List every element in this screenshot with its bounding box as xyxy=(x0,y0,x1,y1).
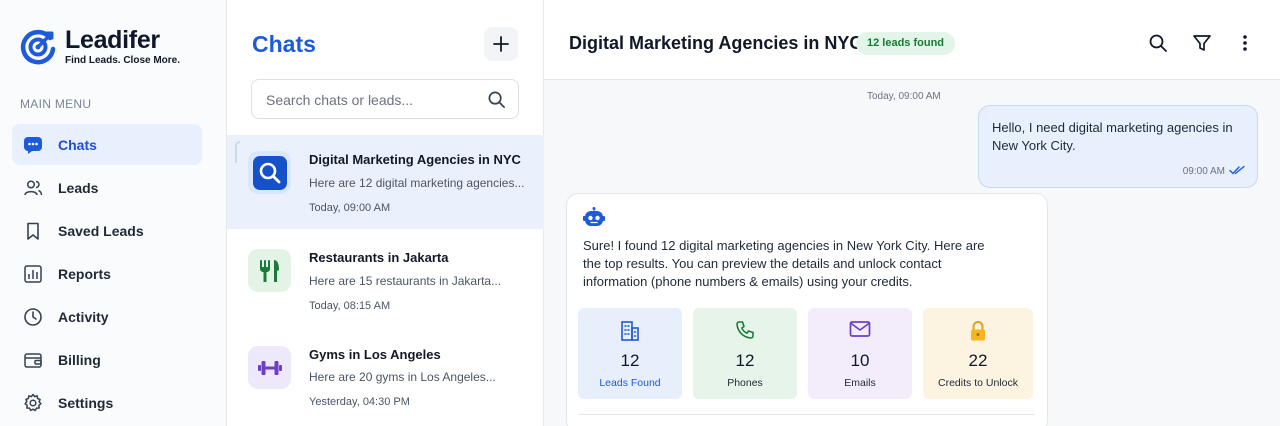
bot-message-text: Sure! I found 12 digital marketing agenc… xyxy=(583,238,985,289)
dumbbell-icon xyxy=(248,346,291,389)
sidebar-item-saved-leads[interactable]: Saved Leads xyxy=(12,210,202,251)
sidebar-item-leads[interactable]: Leads xyxy=(12,167,202,208)
sidebar-item-label: Billing xyxy=(58,351,101,368)
search-icon[interactable] xyxy=(1146,31,1170,55)
chat-list-item[interactable]: Restaurants in Jakarta Here are 15 resta… xyxy=(227,233,544,327)
sidebar-item-label: Activity xyxy=(58,308,109,325)
sidebar-item-label: Settings xyxy=(58,394,114,411)
sidebar-item-chats[interactable]: Chats xyxy=(12,124,202,165)
stat-card-leads-found: 12 Leads Found xyxy=(578,308,682,399)
conversation-panel: Digital Marketing Agencies in NYC 12 lea… xyxy=(544,0,1280,426)
sidebar-item-billing[interactable]: Billing xyxy=(12,339,202,380)
brand-name: Leadifer xyxy=(65,26,160,54)
chat-item-preview: Here are 12 digital marketing agencies..… xyxy=(309,176,525,190)
stat-label: Phones xyxy=(727,377,763,389)
double-check-icon xyxy=(1229,165,1245,175)
sidebar-item-label: Saved Leads xyxy=(58,222,144,239)
chat-list-panel: Chats Digital Marketing Agencies in NYC … xyxy=(227,0,544,426)
sidebar-item-reports[interactable]: Reports xyxy=(12,253,202,294)
chat-item-preview: Here are 15 restaurants in Jakarta... xyxy=(309,274,502,288)
chat-list-item[interactable]: Digital Marketing Agencies in NYC Here a… xyxy=(227,135,544,229)
chat-item-title: Restaurants in Jakarta xyxy=(309,250,449,265)
sidebar: Leadifer Find Leads. Close More. MAIN ME… xyxy=(0,0,227,426)
sidebar-item-activity[interactable]: Activity xyxy=(12,296,202,337)
gear-icon xyxy=(23,393,43,413)
leadifer-logo-icon xyxy=(20,29,56,65)
chat-item-time: Yesterday, 04:30 PM xyxy=(309,396,410,408)
building-icon xyxy=(621,321,639,341)
chat-search-box[interactable] xyxy=(251,79,519,119)
sidebar-item-label: Reports xyxy=(58,265,111,282)
chat-bubble-icon xyxy=(23,135,43,155)
stat-value: 12 xyxy=(735,351,755,370)
phone-icon xyxy=(736,321,754,339)
stat-label: Leads Found xyxy=(599,377,661,389)
chat-item-time: Today, 09:00 AM xyxy=(309,202,391,214)
bar-chart-icon xyxy=(23,264,43,284)
brand-tagline: Find Leads. Close More. xyxy=(65,55,181,66)
day-separator: Today, 09:00 AM xyxy=(867,91,941,102)
stat-value: 10 xyxy=(850,351,870,370)
wallet-icon xyxy=(23,350,43,370)
sidebar-item-label: Leads xyxy=(58,179,99,196)
clock-icon xyxy=(23,307,43,327)
more-vertical-icon[interactable] xyxy=(1233,31,1257,55)
chat-list-title: Chats xyxy=(252,31,316,57)
user-message-bubble: Hello, I need digital marketing agencies… xyxy=(978,105,1258,188)
stat-label: Emails xyxy=(844,377,876,389)
chat-item-title: Gyms in Los Angeles xyxy=(309,347,441,362)
search-icon[interactable] xyxy=(487,90,506,109)
sidebar-item-settings[interactable]: Settings xyxy=(12,382,202,423)
bookmark-icon xyxy=(23,221,43,241)
filter-icon[interactable] xyxy=(1190,31,1214,55)
sidebar-item-label: Chats xyxy=(58,136,97,153)
stat-value: 12 xyxy=(620,351,640,370)
chat-list-item[interactable]: Gyms in Los Angeles Here are 20 gyms in … xyxy=(227,329,544,423)
main-menu-title: MAIN MENU xyxy=(20,97,92,111)
message-divider xyxy=(579,414,1035,415)
stat-label: Credits to Unlock xyxy=(938,377,1018,389)
stat-card-credits-to-unlock: 22 Credits to Unlock xyxy=(923,308,1033,399)
brand[interactable]: Leadifer Find Leads. Close More. xyxy=(20,26,180,66)
robot-icon xyxy=(583,207,605,226)
conversation-header: Digital Marketing Agencies in NYC 12 lea… xyxy=(544,0,1280,80)
stat-value: 22 xyxy=(968,351,988,370)
stat-card-phones: 12 Phones xyxy=(693,308,797,399)
stat-card-emails: 10 Emails xyxy=(808,308,912,399)
chat-item-preview: Here are 20 gyms in Los Angeles... xyxy=(309,370,496,384)
main-menu: Chats Leads Saved Leads Reports Activity xyxy=(12,124,202,425)
bot-message-bubble: Sure! I found 12 digital marketing agenc… xyxy=(566,193,1048,426)
chat-item-time: Today, 08:15 AM xyxy=(309,300,391,312)
leads-found-badge: 12 leads found xyxy=(856,32,956,55)
chat-search-input[interactable] xyxy=(266,89,476,111)
plus-icon xyxy=(493,36,509,52)
mail-icon xyxy=(849,321,871,337)
lock-icon xyxy=(971,321,985,341)
search-icon xyxy=(248,151,291,194)
user-message-text: Hello, I need digital marketing agencies… xyxy=(992,120,1233,153)
new-chat-button[interactable] xyxy=(484,27,518,61)
conversation-title: Digital Marketing Agencies in NYC xyxy=(569,33,863,53)
user-message-time: 09:00 AM xyxy=(1182,166,1225,177)
chat-item-title: Digital Marketing Agencies in NYC xyxy=(309,152,521,167)
users-icon xyxy=(23,178,43,198)
fork-knife-icon xyxy=(248,249,291,292)
